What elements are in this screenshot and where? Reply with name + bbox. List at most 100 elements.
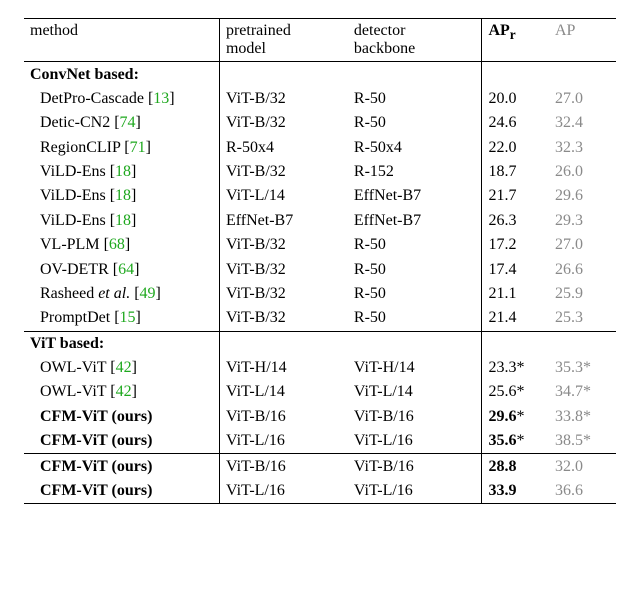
ap-cell: 27.0 (549, 87, 616, 111)
star-icon: * (516, 408, 524, 425)
table-header: method pretrained model detector backbon… (24, 19, 616, 62)
table-row: RegionCLIP [71] R-50x4 R-50x4 22.0 32.3 (24, 136, 616, 160)
ap-cell: 36.6 (549, 479, 616, 504)
pretrained-cell: ViT-B/16 (219, 405, 347, 429)
backbone-cell: ViT-L/14 (348, 380, 482, 404)
method-cell: Detic-CN2 [74] (24, 111, 219, 135)
backbone-cell: ViT-H/14 (348, 356, 482, 380)
method-cell: ViLD-Ens [18] (24, 160, 219, 184)
table-row: Detic-CN2 [74] ViT-B/32 R-50 24.6 32.4 (24, 111, 616, 135)
ap-cell: 38.5* (549, 429, 616, 454)
col-ap: AP (549, 19, 616, 62)
ap-cell: 25.3 (549, 306, 616, 331)
ap-cell: 33.8* (549, 405, 616, 429)
cite-link[interactable]: 18 (115, 212, 131, 229)
backbone-cell: R-50 (348, 306, 482, 331)
pretrained-cell: ViT-B/16 (219, 454, 347, 479)
method-cell: CFM-ViT (ours) (24, 429, 219, 454)
apr-cell: 25.6* (482, 380, 549, 404)
pretrained-cell: R-50x4 (219, 136, 347, 160)
results-table: method pretrained model detector backbon… (24, 18, 616, 504)
pretrained-cell: ViT-H/14 (219, 356, 347, 380)
ap-cell: 26.0 (549, 160, 616, 184)
section-vit: ViT based: (24, 331, 616, 356)
apr-cell: 21.1 (482, 282, 549, 306)
section-convnet-label: ConvNet based: (24, 62, 219, 87)
col-method-label: method (30, 22, 78, 39)
table-row: ViLD-Ens [18] ViT-B/32 R-152 18.7 26.0 (24, 160, 616, 184)
pretrained-cell: ViT-B/32 (219, 306, 347, 331)
method-cell: PromptDet [15] (24, 306, 219, 331)
ap-cell: 29.3 (549, 209, 616, 233)
backbone-cell: R-50 (348, 282, 482, 306)
cite-link[interactable]: 13 (153, 90, 169, 107)
pretrained-cell: ViT-L/14 (219, 380, 347, 404)
pretrained-cell: ViT-B/32 (219, 87, 347, 111)
cite-link[interactable]: 64 (118, 261, 134, 278)
method-cell: CFM-ViT (ours) (24, 405, 219, 429)
ap-cell: 34.7* (549, 380, 616, 404)
backbone-cell: R-50 (348, 233, 482, 257)
table-row: OV-DETR [64] ViT-B/32 R-50 17.4 26.6 (24, 257, 616, 281)
backbone-cell: ViT-L/16 (348, 429, 482, 454)
backbone-cell: ViT-B/16 (348, 405, 482, 429)
pretrained-cell: ViT-B/32 (219, 282, 347, 306)
backbone-cell: R-50 (348, 87, 482, 111)
pretrained-cell: ViT-B/32 (219, 233, 347, 257)
ap-label: AP (555, 22, 575, 39)
table-row: Rasheed et al. [49] ViT-B/32 R-50 21.1 2… (24, 282, 616, 306)
apr-cell: 21.7 (482, 184, 549, 208)
apr-cell: 23.3* (482, 356, 549, 380)
method-cell: DetPro-Cascade [13] (24, 87, 219, 111)
backbone-cell: ViT-B/16 (348, 454, 482, 479)
method-cell: OWL-ViT [42] (24, 380, 219, 404)
apr-cell: 24.6 (482, 111, 549, 135)
pretrained-cell: ViT-B/32 (219, 160, 347, 184)
apr-cell: 35.6* (482, 429, 549, 454)
method-cell: VL-PLM [68] (24, 233, 219, 257)
star-icon: * (583, 359, 591, 376)
star-icon: * (583, 408, 591, 425)
star-icon: * (583, 383, 591, 400)
backbone-cell: EffNet-B7 (348, 184, 482, 208)
backbone-cell: EffNet-B7 (348, 209, 482, 233)
section-convnet: ConvNet based: (24, 62, 616, 87)
method-cell: ViLD-Ens [18] (24, 209, 219, 233)
backbone-line2: backbone (354, 40, 415, 57)
table-row: CFM-ViT (ours) ViT-L/16 ViT-L/16 33.9 36… (24, 479, 616, 504)
apr-cell: 22.0 (482, 136, 549, 160)
cite-link[interactable]: 71 (130, 139, 146, 156)
apr-cell: 17.4 (482, 257, 549, 281)
star-icon: * (516, 359, 524, 376)
method-cell: CFM-ViT (ours) (24, 454, 219, 479)
cite-link[interactable]: 15 (120, 309, 136, 326)
table-row: ViLD-Ens [18] EffNet-B7 EffNet-B7 26.3 2… (24, 209, 616, 233)
cite-link[interactable]: 49 (140, 285, 156, 302)
pretrained-cell: ViT-L/16 (219, 479, 347, 504)
section-vit-label: ViT based: (24, 331, 219, 356)
pretrained-cell: ViT-L/16 (219, 429, 347, 454)
ap-cell: 32.0 (549, 454, 616, 479)
table-row: OWL-ViT [42] ViT-L/14 ViT-L/14 25.6* 34.… (24, 380, 616, 404)
cite-link[interactable]: 68 (109, 236, 125, 253)
pretrained-cell: ViT-B/32 (219, 111, 347, 135)
cite-link[interactable]: 18 (115, 163, 131, 180)
ap-cell: 32.4 (549, 111, 616, 135)
pretrained-cell: ViT-L/14 (219, 184, 347, 208)
method-cell: Rasheed et al. [49] (24, 282, 219, 306)
cite-link[interactable]: 42 (116, 359, 132, 376)
cite-link[interactable]: 18 (115, 187, 131, 204)
backbone-line1: detector (354, 22, 406, 39)
backbone-cell: ViT-L/16 (348, 479, 482, 504)
cite-link[interactable]: 42 (116, 383, 132, 400)
method-cell: OWL-ViT [42] (24, 356, 219, 380)
cite-link[interactable]: 74 (120, 114, 136, 131)
pretrained-line2: model (226, 40, 266, 57)
apr-cell: 18.7 (482, 160, 549, 184)
apr-cell: 28.8 (482, 454, 549, 479)
backbone-cell: R-152 (348, 160, 482, 184)
apr-cell: 29.6* (482, 405, 549, 429)
ap-cell: 35.3* (549, 356, 616, 380)
pretrained-line1: pretrained (226, 22, 291, 39)
star-icon: * (516, 383, 524, 400)
